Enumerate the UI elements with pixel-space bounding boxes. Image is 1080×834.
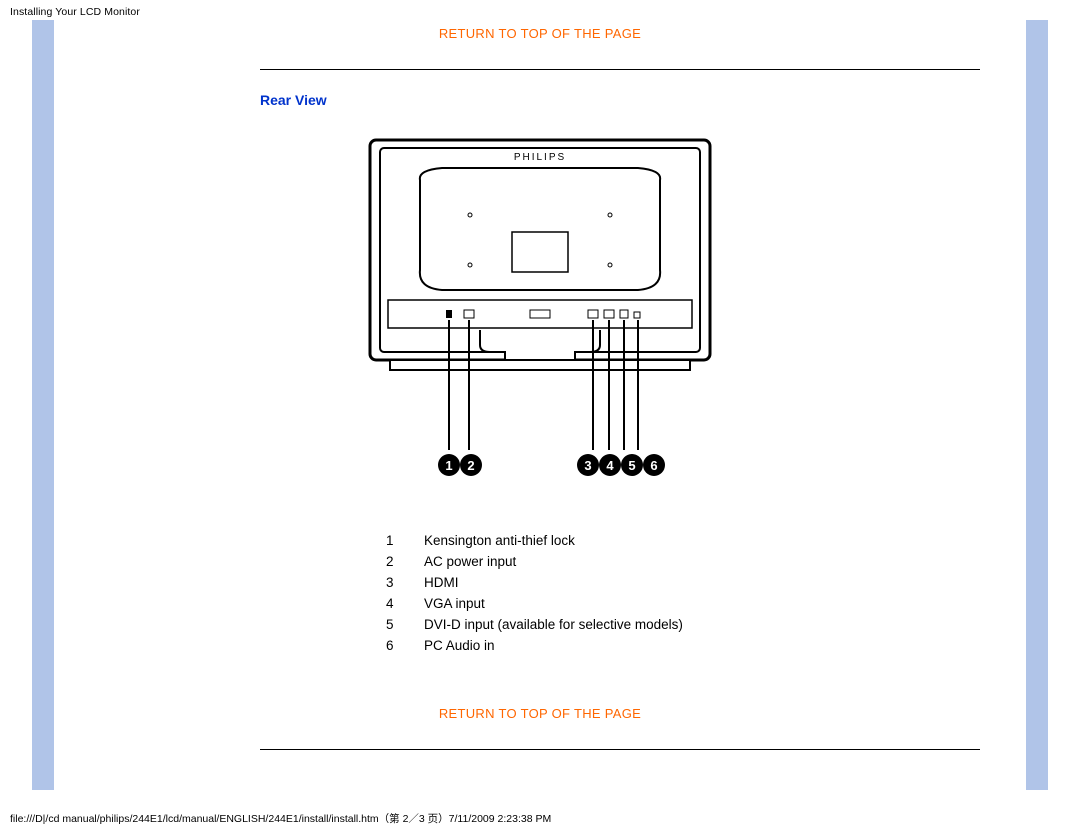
port-row: 4VGA input: [380, 593, 693, 614]
right-color-band: [1026, 20, 1048, 790]
footer-file-path: file:///D|/cd manual/philips/244E1/lcd/m…: [10, 811, 551, 826]
port-row: 6PC Audio in: [380, 635, 693, 656]
port-label: HDMI: [424, 572, 693, 593]
port-number: 6: [380, 635, 424, 656]
port-label: DVI-D input (available for selective mod…: [424, 614, 693, 635]
svg-text:4: 4: [606, 458, 614, 473]
section-heading-rear-view: Rear View: [260, 92, 1020, 108]
return-to-top-link[interactable]: RETURN TO TOP OF THE PAGE: [60, 706, 1020, 721]
content-area: RETURN TO TOP OF THE PAGE Rear View PHIL…: [60, 20, 1020, 794]
svg-text:3: 3: [584, 458, 591, 473]
port-label: Kensington anti-thief lock: [424, 530, 693, 551]
brand-label: PHILIPS: [514, 152, 566, 163]
port-label: AC power input: [424, 551, 693, 572]
port-row: 3HDMI: [380, 572, 693, 593]
port-row: 2AC power input: [380, 551, 693, 572]
left-color-band: [32, 20, 54, 790]
horizontal-rule: [260, 749, 980, 750]
port-number: 3: [380, 572, 424, 593]
port-number: 2: [380, 551, 424, 572]
port-row: 5DVI-D input (available for selective mo…: [380, 614, 693, 635]
rear-view-diagram: PHILIPS: [60, 120, 1020, 510]
port-legend-table: 1Kensington anti-thief lock2AC power inp…: [380, 530, 693, 656]
svg-text:2: 2: [467, 458, 474, 473]
port-number: 1: [380, 530, 424, 551]
port-label: PC Audio in: [424, 635, 693, 656]
port-label: VGA input: [424, 593, 693, 614]
svg-text:1: 1: [445, 458, 452, 473]
port-row: 1Kensington anti-thief lock: [380, 530, 693, 551]
port-number: 5: [380, 614, 424, 635]
svg-text:5: 5: [628, 458, 635, 473]
port-number: 4: [380, 593, 424, 614]
return-to-top-link[interactable]: RETURN TO TOP OF THE PAGE: [60, 26, 1020, 41]
svg-text:6: 6: [650, 458, 657, 473]
page-header-title: Installing Your LCD Monitor: [10, 6, 140, 18]
